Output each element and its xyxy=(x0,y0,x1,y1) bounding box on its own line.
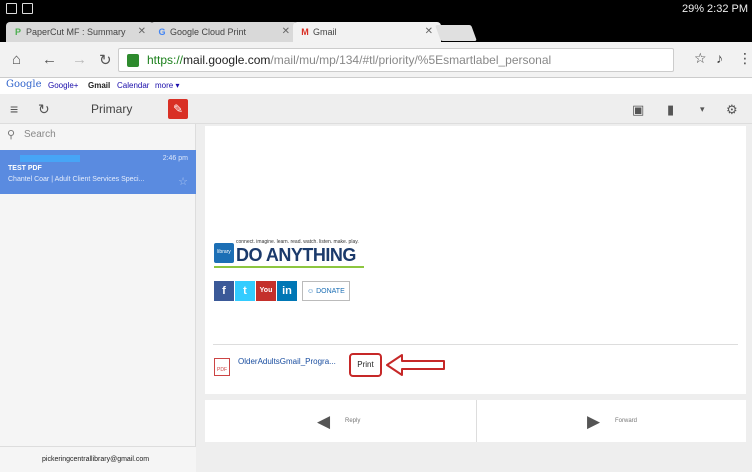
android-status-bar: 29% 2:32 PM xyxy=(0,0,752,20)
url-host: mail.google.com xyxy=(183,53,271,67)
archive-icon[interactable]: ▣ xyxy=(632,102,644,118)
gear-icon[interactable]: ⚙ xyxy=(726,102,738,118)
google-logo[interactable]: Google xyxy=(6,79,42,90)
pdf-icon: PDF xyxy=(214,358,230,376)
forward-button[interactable]: ▶ Forward xyxy=(477,400,746,442)
star-icon[interactable]: ☆ xyxy=(178,175,188,188)
account-email[interactable]: pickeringcentrallibrary@gmail.com xyxy=(0,446,196,472)
gallery-icon xyxy=(22,3,33,14)
forward-icon: ▶ xyxy=(587,412,601,431)
donate-button[interactable]: ☺ DONATE xyxy=(302,281,350,301)
tab-title: Google Cloud Print xyxy=(170,27,247,37)
divider xyxy=(213,344,738,345)
inbox-label: Primary xyxy=(91,102,133,116)
gmail-favicon-icon: M xyxy=(301,27,309,37)
banner-title: DO ANYTHING xyxy=(236,245,356,265)
google-bar: Google Google+ Gmail Calendar more ▾ xyxy=(0,78,752,94)
more-link[interactable]: more ▾ xyxy=(155,81,179,90)
battery-time-text: 29% 2:32 PM xyxy=(681,3,748,15)
message-body: connect. imagine. learn. read. watch. li… xyxy=(205,126,746,394)
compose-button[interactable]: ✎ xyxy=(168,99,188,119)
url-path: /mail/mu/mp/134/#tl/priority/%5Esmartlab… xyxy=(270,53,552,67)
reply-forward-bar: ◀ Reply ▶ Forward xyxy=(205,400,746,442)
sender-redacted xyxy=(20,155,80,162)
gmail-link[interactable]: Gmail xyxy=(88,81,110,90)
reply-label: Reply xyxy=(345,418,361,424)
list-item[interactable]: 2:46 pm TEST PDF Chantel Coar | Adult Cl… xyxy=(0,150,196,194)
browser-toolbar: ⌂ ← → ↻ https://mail.google.com/mail/mu/… xyxy=(0,42,752,78)
refresh-icon[interactable]: ↻ xyxy=(38,101,50,118)
reply-button[interactable]: ◀ Reply xyxy=(205,400,477,442)
bookmark-star-icon[interactable]: ☆ xyxy=(694,50,707,67)
mail-subject: TEST PDF xyxy=(8,165,42,172)
calendar-link[interactable]: Calendar xyxy=(117,81,149,90)
attachment-name[interactable]: OlderAdultsGmail_Progra... xyxy=(238,357,336,366)
facebook-icon[interactable]: f xyxy=(214,281,234,301)
reload-icon[interactable]: ↻ xyxy=(99,51,112,69)
browser-tab-bar: P PaperCut MF : Summary ✕ G Google Cloud… xyxy=(0,20,752,42)
gmail-header: ≡ ↻ Primary ✎ ▣ ▮ ▾ ⚙ xyxy=(0,94,752,124)
mail-snippet: Chantel Coar | Adult Client Services Spe… xyxy=(8,176,145,183)
tab-cloud-print[interactable]: G Google Cloud Print ✕ xyxy=(150,22,298,42)
search-placeholder: Search xyxy=(24,129,56,140)
banner-underline xyxy=(214,266,364,268)
tab-gmail[interactable]: M Gmail ✕ xyxy=(293,22,441,42)
google-favicon-icon: G xyxy=(158,27,166,37)
reply-icon: ◀ xyxy=(317,412,331,431)
menu-icon[interactable]: ⋮ xyxy=(738,50,752,67)
library-banner: connect. imagine. learn. read. watch. li… xyxy=(214,239,364,269)
arrow-left-icon xyxy=(386,354,445,376)
tab-title: PaperCut MF : Summary xyxy=(26,27,126,37)
close-icon[interactable]: ✕ xyxy=(425,26,433,37)
social-links: f t You in ☺ DONATE xyxy=(214,281,350,301)
search-input[interactable]: ⚲ Search xyxy=(0,124,196,146)
youtube-icon[interactable]: You xyxy=(256,281,276,301)
home-icon[interactable]: ⌂ xyxy=(12,51,21,68)
notification-icon xyxy=(6,3,17,14)
close-icon[interactable]: ✕ xyxy=(282,26,290,37)
url-input[interactable]: https://mail.google.com/mail/mu/mp/134/#… xyxy=(118,48,674,72)
trash-icon[interactable]: ▮ xyxy=(667,102,674,118)
conversation-list: ⚲ Search 2:46 pm TEST PDF Chantel Coar |… xyxy=(0,124,196,472)
tab-title: Gmail xyxy=(313,27,337,37)
chevron-down-icon[interactable]: ▾ xyxy=(700,104,705,115)
message-pane: connect. imagine. learn. read. watch. li… xyxy=(196,124,752,472)
google-plus-link[interactable]: Google+ xyxy=(48,81,78,90)
twitter-icon[interactable]: t xyxy=(235,281,255,301)
microphone-icon[interactable]: ♪ xyxy=(716,50,723,66)
papercut-favicon-icon: P xyxy=(14,27,21,37)
forward-label: Forward xyxy=(615,418,638,424)
hamburger-menu-icon[interactable]: ≡ xyxy=(10,101,18,117)
library-logo: library xyxy=(214,243,234,263)
search-icon: ⚲ xyxy=(7,129,16,141)
print-button[interactable]: Print xyxy=(349,353,382,377)
linkedin-icon[interactable]: in xyxy=(277,281,297,301)
url-scheme: https:// xyxy=(147,53,184,67)
back-icon[interactable]: ← xyxy=(42,51,57,68)
close-icon[interactable]: ✕ xyxy=(138,26,146,37)
new-tab-button[interactable] xyxy=(435,25,477,41)
tab-papercut[interactable]: P PaperCut MF : Summary ✕ xyxy=(6,22,154,42)
mail-time: 2:46 pm xyxy=(162,155,188,162)
lock-icon xyxy=(127,54,139,67)
forward-icon[interactable]: → xyxy=(72,51,87,68)
